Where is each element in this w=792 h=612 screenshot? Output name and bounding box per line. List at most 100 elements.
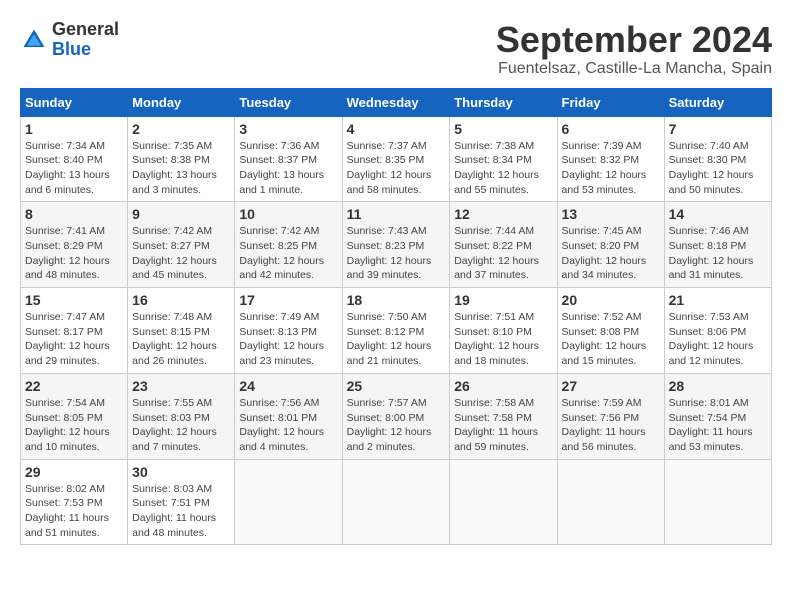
weekday-header: Wednesday [342,88,450,116]
day-number: 19 [454,292,552,308]
day-number: 23 [132,378,230,394]
day-info: Sunrise: 7:43 AM Sunset: 8:23 PM Dayligh… [347,224,446,283]
day-number: 17 [239,292,337,308]
day-info: Sunrise: 7:59 AM Sunset: 7:56 PM Dayligh… [562,396,660,455]
day-info: Sunrise: 7:51 AM Sunset: 8:10 PM Dayligh… [454,310,552,369]
day-number: 5 [454,121,552,137]
calendar-cell: 18Sunrise: 7:50 AM Sunset: 8:12 PM Dayli… [342,288,450,374]
day-number: 1 [25,121,123,137]
calendar-week-row: 1 Sunrise: 7:34 AM Sunset: 8:40 PM Daylig… [21,116,772,202]
day-number: 6 [562,121,660,137]
calendar-cell: 5 Sunrise: 7:38 AM Sunset: 8:34 PM Daylig… [450,116,557,202]
day-info: Sunrise: 7:36 AM Sunset: 8:37 PM Dayligh… [239,139,337,198]
calendar-cell: 27Sunrise: 7:59 AM Sunset: 7:56 PM Dayli… [557,373,664,459]
calendar-cell: 14 Sunrise: 7:46 AM Sunset: 8:18 PM Dayli… [664,202,771,288]
day-info: Sunrise: 7:52 AM Sunset: 8:08 PM Dayligh… [562,310,660,369]
weekday-header: Monday [128,88,235,116]
calendar-week-row: 22 Sunrise: 7:54 AM Sunset: 8:05 PM Dayli… [21,373,772,459]
calendar-cell: 20 Sunrise: 7:52 AM Sunset: 8:08 PM Dayli… [557,288,664,374]
day-number: 21 [669,292,767,308]
logo: General Blue [20,20,119,60]
calendar-cell: 30 Sunrise: 8:03 AM Sunset: 7:51 PM Dayli… [128,459,235,545]
day-info: Sunrise: 7:38 AM Sunset: 8:34 PM Dayligh… [454,139,552,198]
day-number: 4 [347,121,446,137]
day-info: Sunrise: 7:35 AM Sunset: 8:38 PM Dayligh… [132,139,230,198]
day-info: Sunrise: 7:47 AM Sunset: 8:17 PM Dayligh… [25,310,123,369]
day-info: Sunrise: 7:40 AM Sunset: 8:30 PM Dayligh… [669,139,767,198]
calendar-table: SundayMondayTuesdayWednesdayThursdayFrid… [20,88,772,546]
calendar-cell: 21 Sunrise: 7:53 AM Sunset: 8:06 PM Dayli… [664,288,771,374]
calendar-cell: 24Sunrise: 7:56 AM Sunset: 8:01 PM Dayli… [235,373,342,459]
day-number: 12 [454,206,552,222]
calendar-cell: 25 Sunrise: 7:57 AM Sunset: 8:00 PM Dayli… [342,373,450,459]
day-number: 28 [669,378,767,394]
day-number: 15 [25,292,123,308]
calendar-week-row: 15 Sunrise: 7:47 AM Sunset: 8:17 PM Dayli… [21,288,772,374]
day-number: 30 [132,464,230,480]
logo-icon [20,26,48,54]
weekday-header: Saturday [664,88,771,116]
weekday-header: Sunday [21,88,128,116]
logo-blue-text: Blue [52,39,91,59]
page-header: General Blue September 2024 Fuentelsaz, … [20,20,772,78]
title-block: September 2024 Fuentelsaz, Castille-La M… [496,20,772,78]
calendar-cell: 6Sunrise: 7:39 AM Sunset: 8:32 PM Daylig… [557,116,664,202]
calendar-body: 1 Sunrise: 7:34 AM Sunset: 8:40 PM Daylig… [21,116,772,545]
day-info: Sunrise: 7:46 AM Sunset: 8:18 PM Dayligh… [669,224,767,283]
calendar-cell [342,459,450,545]
calendar-cell: 7 Sunrise: 7:40 AM Sunset: 8:30 PM Daylig… [664,116,771,202]
weekday-header: Thursday [450,88,557,116]
day-info: Sunrise: 7:42 AM Sunset: 8:25 PM Dayligh… [239,224,337,283]
day-info: Sunrise: 7:53 AM Sunset: 8:06 PM Dayligh… [669,310,767,369]
calendar-cell: 1 Sunrise: 7:34 AM Sunset: 8:40 PM Daylig… [21,116,128,202]
location-title: Fuentelsaz, Castille-La Mancha, Spain [496,60,772,78]
day-number: 26 [454,378,552,394]
day-number: 16 [132,292,230,308]
day-number: 14 [669,206,767,222]
day-info: Sunrise: 7:50 AM Sunset: 8:12 PM Dayligh… [347,310,446,369]
calendar-cell: 17 Sunrise: 7:49 AM Sunset: 8:13 PM Dayli… [235,288,342,374]
calendar-header: SundayMondayTuesdayWednesdayThursdayFrid… [21,88,772,116]
weekday-header: Tuesday [235,88,342,116]
day-info: Sunrise: 7:41 AM Sunset: 8:29 PM Dayligh… [25,224,123,283]
calendar-cell: 28 Sunrise: 8:01 AM Sunset: 7:54 PM Dayli… [664,373,771,459]
calendar-cell: 4 Sunrise: 7:37 AM Sunset: 8:35 PM Daylig… [342,116,450,202]
month-title: September 2024 [496,20,772,60]
day-number: 7 [669,121,767,137]
day-number: 20 [562,292,660,308]
day-info: Sunrise: 7:57 AM Sunset: 8:00 PM Dayligh… [347,396,446,455]
calendar-cell [557,459,664,545]
day-info: Sunrise: 7:44 AM Sunset: 8:22 PM Dayligh… [454,224,552,283]
weekday-header: Friday [557,88,664,116]
day-info: Sunrise: 7:54 AM Sunset: 8:05 PM Dayligh… [25,396,123,455]
day-info: Sunrise: 8:01 AM Sunset: 7:54 PM Dayligh… [669,396,767,455]
day-info: Sunrise: 7:42 AM Sunset: 8:27 PM Dayligh… [132,224,230,283]
calendar-cell: 2 Sunrise: 7:35 AM Sunset: 8:38 PM Daylig… [128,116,235,202]
day-info: Sunrise: 7:34 AM Sunset: 8:40 PM Dayligh… [25,139,123,198]
day-info: Sunrise: 7:48 AM Sunset: 8:15 PM Dayligh… [132,310,230,369]
day-info: Sunrise: 7:49 AM Sunset: 8:13 PM Dayligh… [239,310,337,369]
day-info: Sunrise: 7:55 AM Sunset: 8:03 PM Dayligh… [132,396,230,455]
calendar-cell: 29Sunrise: 8:02 AM Sunset: 7:53 PM Dayli… [21,459,128,545]
day-info: Sunrise: 8:02 AM Sunset: 7:53 PM Dayligh… [25,482,123,541]
calendar-cell: 26Sunrise: 7:58 AM Sunset: 7:58 PM Dayli… [450,373,557,459]
calendar-cell: 11 Sunrise: 7:43 AM Sunset: 8:23 PM Dayli… [342,202,450,288]
day-number: 2 [132,121,230,137]
calendar-cell: 19 Sunrise: 7:51 AM Sunset: 8:10 PM Dayli… [450,288,557,374]
calendar-week-row: 8Sunrise: 7:41 AM Sunset: 8:29 PM Daylig… [21,202,772,288]
day-number: 22 [25,378,123,394]
day-number: 11 [347,206,446,222]
day-number: 13 [562,206,660,222]
calendar-cell: 3Sunrise: 7:36 AM Sunset: 8:37 PM Daylig… [235,116,342,202]
day-number: 10 [239,206,337,222]
day-number: 9 [132,206,230,222]
day-number: 25 [347,378,446,394]
day-info: Sunrise: 7:56 AM Sunset: 8:01 PM Dayligh… [239,396,337,455]
calendar-cell: 13Sunrise: 7:45 AM Sunset: 8:20 PM Dayli… [557,202,664,288]
day-info: Sunrise: 8:03 AM Sunset: 7:51 PM Dayligh… [132,482,230,541]
calendar-cell: 8Sunrise: 7:41 AM Sunset: 8:29 PM Daylig… [21,202,128,288]
day-info: Sunrise: 7:37 AM Sunset: 8:35 PM Dayligh… [347,139,446,198]
calendar-cell: 15 Sunrise: 7:47 AM Sunset: 8:17 PM Dayli… [21,288,128,374]
calendar-cell: 16 Sunrise: 7:48 AM Sunset: 8:15 PM Dayli… [128,288,235,374]
calendar-cell: 9 Sunrise: 7:42 AM Sunset: 8:27 PM Daylig… [128,202,235,288]
